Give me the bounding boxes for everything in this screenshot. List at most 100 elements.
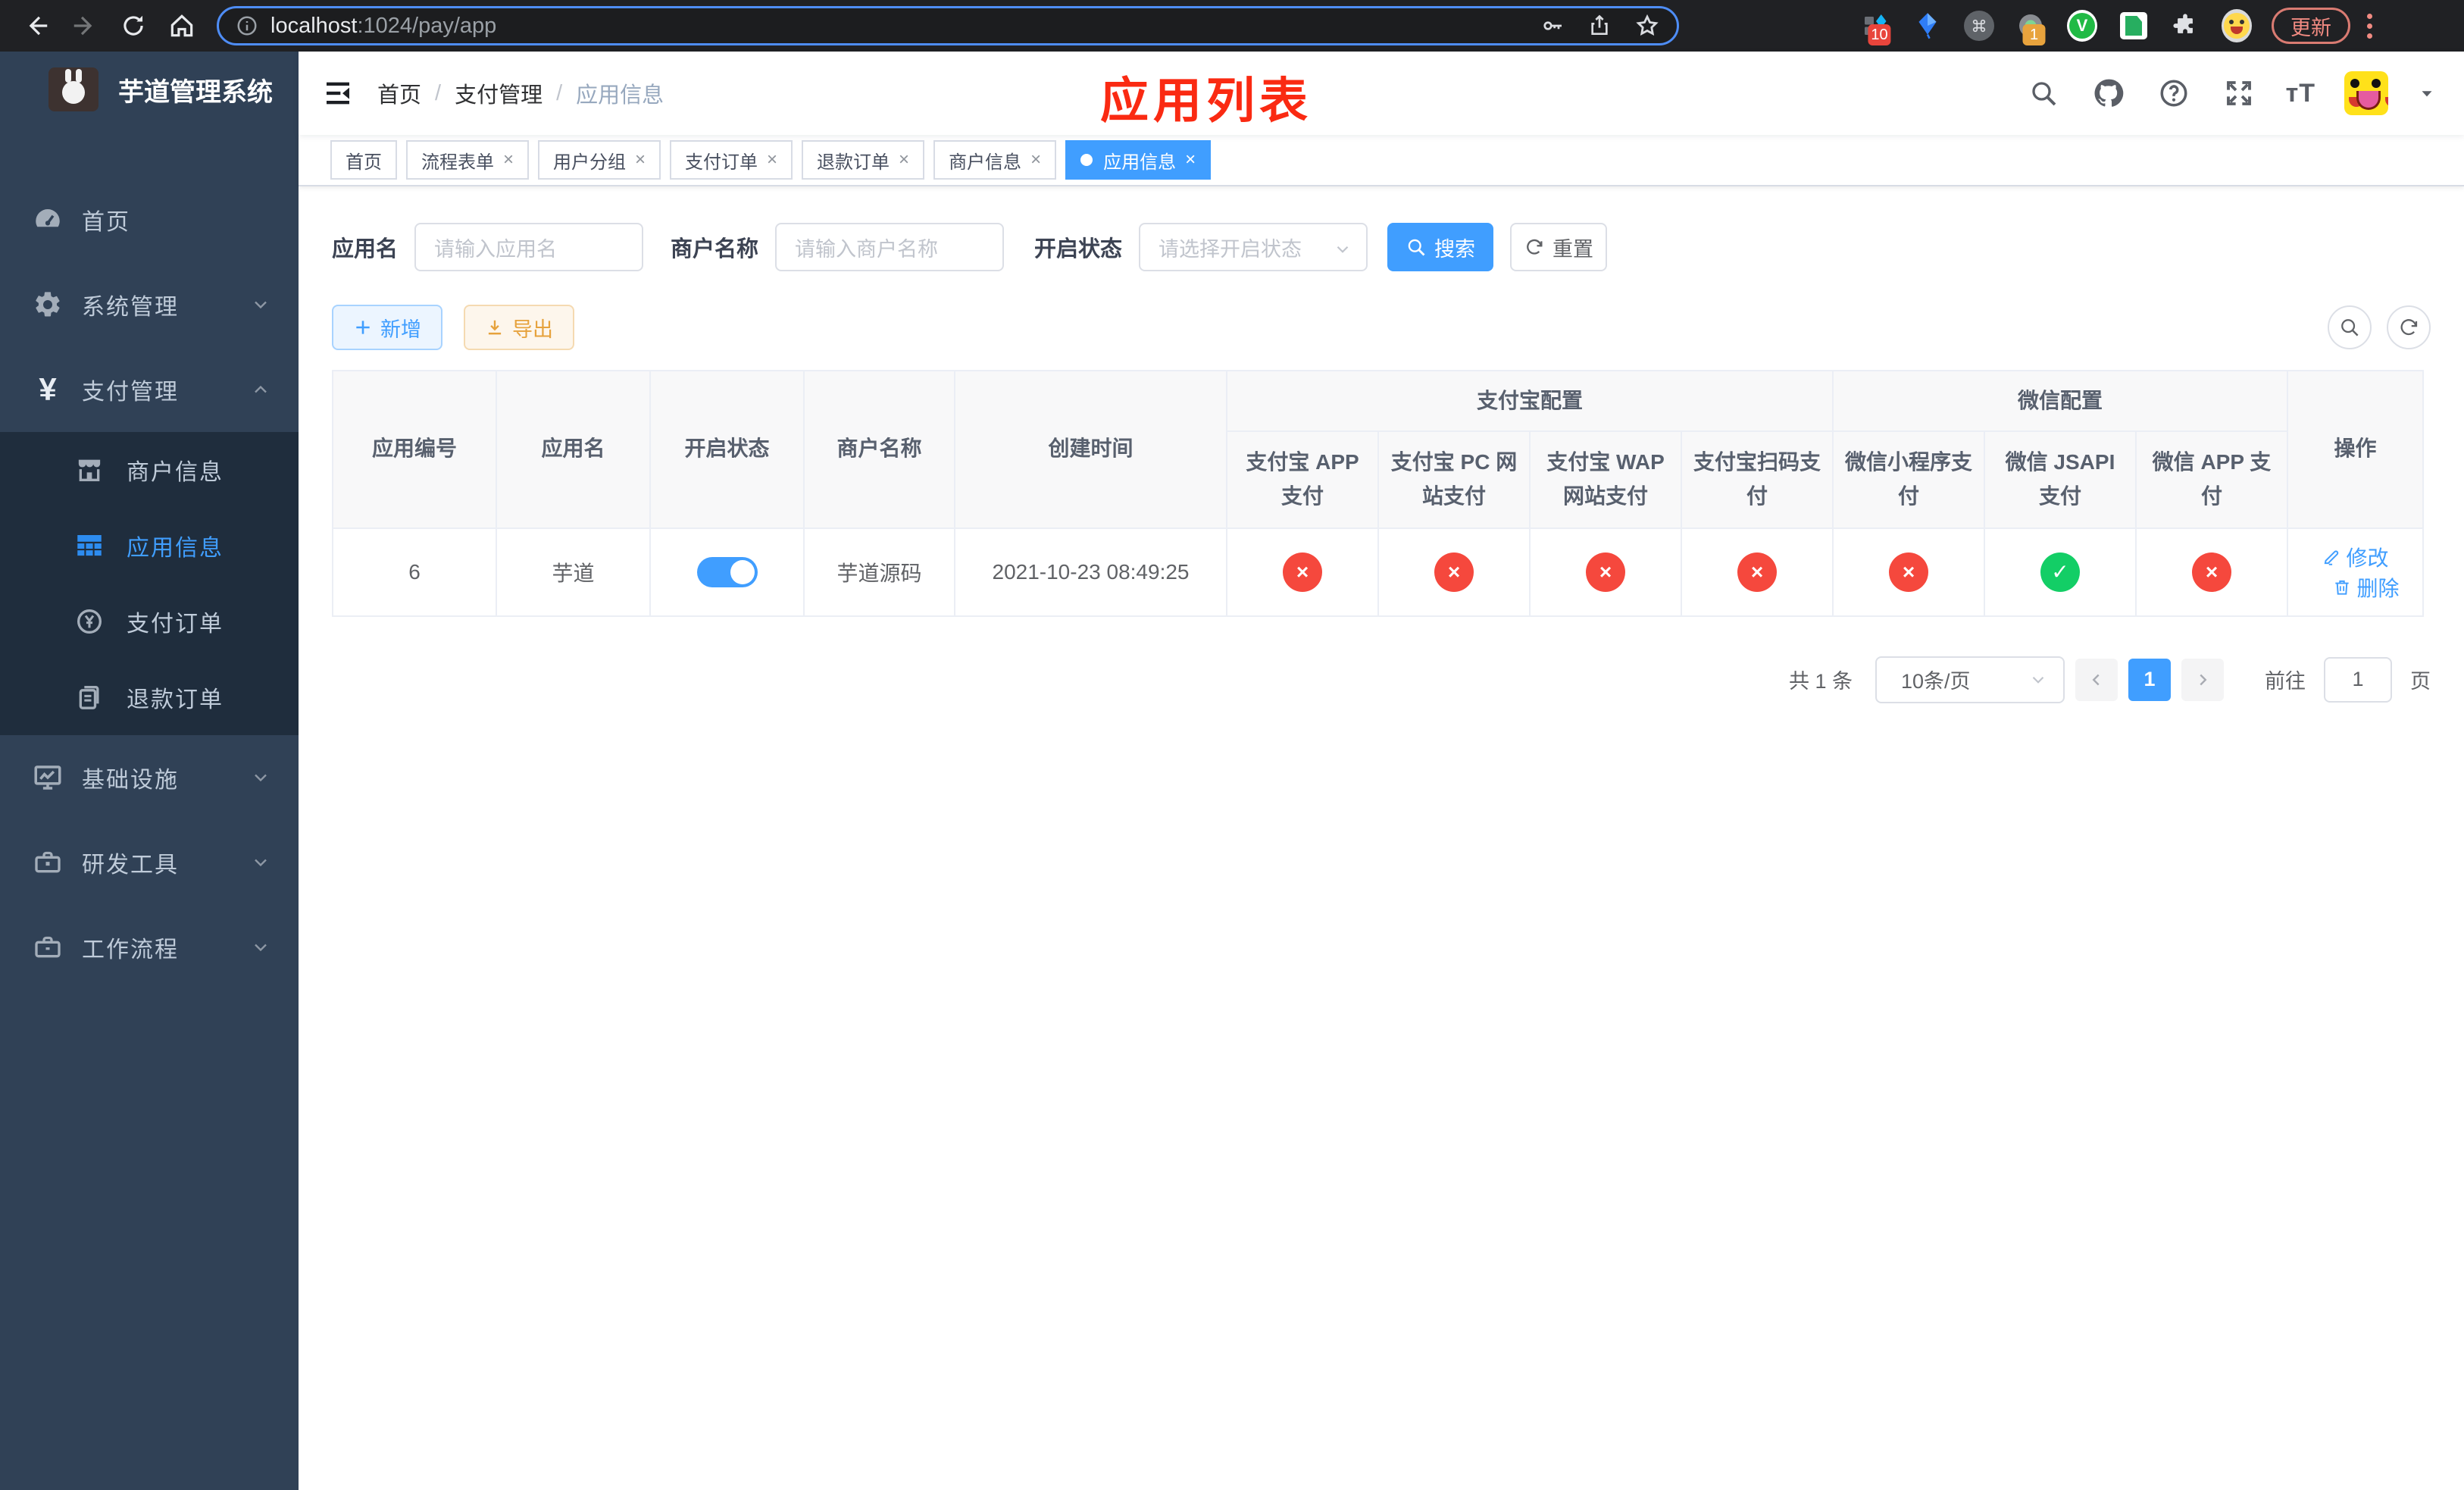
kite-extension-icon[interactable] [1912,9,1943,42]
sidebar-item-merchant-info[interactable]: 商户信息 [0,432,299,508]
status-toggle[interactable] [696,556,758,587]
help-icon[interactable] [2156,75,2192,111]
close-icon[interactable]: × [1185,149,1196,171]
breadcrumb-payment[interactable]: 支付管理 [455,77,543,109]
gear-icon [30,290,65,320]
reset-button[interactable]: 重置 [1510,223,1608,271]
header-search-icon[interactable] [2025,75,2062,111]
close-icon[interactable]: × [899,149,909,171]
add-button[interactable]: 新增 [332,305,442,350]
search-button[interactable]: 搜索 [1387,223,1494,271]
github-icon[interactable] [2090,75,2127,111]
next-page-button[interactable] [2181,658,2224,701]
emoji-profile-icon[interactable] [2222,9,2252,42]
page-size-select[interactable]: 10条/页 [1875,656,2065,703]
sidebar-collapse-button[interactable] [299,52,377,135]
cell-app-id: 6 [332,527,497,617]
download-icon [488,320,502,335]
cell-merchant: 芋道源码 [803,527,955,617]
sidebar-item-infrastructure[interactable]: 基础设施 [0,735,299,820]
refresh-table-button[interactable] [2387,305,2431,349]
export-button[interactable]: 导出 [464,305,574,350]
navbar: 首页 / 支付管理 / 应用信息 应用列表 ᴛT [299,52,2464,135]
share-icon[interactable] [1587,14,1612,38]
sidebar-item-refund-orders[interactable]: 退款订单 [0,659,299,735]
hamburger-icon [327,82,349,105]
browser-reload-button[interactable] [109,5,158,47]
chrome-update-button[interactable]: 更新 [2272,8,2350,44]
sidebar-item-payment[interactable]: ¥ 支付管理 [0,347,299,432]
vue-devtools-extension-icon[interactable]: V [2067,9,2097,42]
alipay-app-status [1283,552,1322,592]
wx-app-status [2192,552,2231,592]
col-actions: 操作 [2287,370,2424,529]
goto-page-input[interactable] [2324,656,2392,703]
chevron-down-icon [250,767,271,788]
browser-back-button[interactable] [12,5,61,47]
breadcrumb-home[interactable]: 首页 [377,77,421,109]
font-size-icon[interactable]: ᴛT [2286,79,2315,108]
tab-user-group[interactable]: 用户分组 × [538,140,661,180]
edit-link[interactable]: 修改 [2322,542,2389,572]
yen-icon: ¥ [39,371,57,407]
puzzle-extensions-icon[interactable] [2170,9,2200,42]
browser-home-button[interactable] [158,5,206,47]
tab-app-info[interactable]: 应用信息 × [1065,140,1212,180]
col-alipay-app: 支付宝 APP 支付 [1226,430,1379,529]
goto-label: 前往 [2265,670,2306,693]
tab-pay-orders[interactable]: 支付订单 × [670,140,793,180]
edit-pencil-icon [2325,550,2339,565]
app-table: 应用编号 应用名 开启状态 商户名称 创建时间 支付宝配置 微信配置 操作 支付… [332,370,2424,617]
col-wx-app: 微信 APP 支付 [2135,430,2288,529]
app-logo[interactable]: 芋道管理系统 [0,52,299,127]
status-select[interactable]: 请选择开启状态 [1139,223,1368,271]
sidebar-item-workflow[interactable]: 工作流程 [0,905,299,990]
sidebar-item-dev-tools[interactable]: 研发工具 [0,820,299,905]
close-icon[interactable]: × [635,149,646,171]
blue-diamond-extension-icon[interactable]: 10 [1861,9,1891,45]
toolbox-icon [30,847,65,878]
col-wx-mini: 微信小程序支付 [1832,430,1985,529]
close-icon[interactable]: × [503,149,514,171]
sidebar-item-app-info[interactable]: 应用信息 [0,508,299,584]
url-bar[interactable]: localhost:1024/pay/app [217,6,1679,45]
alipay-wap-status [1586,552,1625,592]
tab-home[interactable]: 首页 [330,140,397,180]
password-key-icon[interactable] [1540,14,1565,38]
col-app-id: 应用编号 [332,370,497,529]
merchant-name-input[interactable]: 请输入商户名称 [775,223,1005,271]
recorder-extension-icon[interactable]: 1 [2015,9,2046,45]
tab-refund-orders[interactable]: 退款订单 × [802,140,925,180]
avatar-caret-icon[interactable] [2417,83,2437,103]
wx-jsapi-status [2040,552,2080,592]
store-icon [72,455,107,485]
wx-mini-status [1889,552,1928,592]
app-name-input[interactable]: 请输入应用名 [414,223,644,271]
toggle-search-button[interactable] [2328,305,2372,349]
tab-merchant-info[interactable]: 商户信息 × [933,140,1057,180]
tags-bar: 首页 流程表单 × 用户分组 × 支付订单 × 退款订单 × 商户信息 × 应用信息 × [299,135,2464,186]
site-info-icon[interactable] [236,14,258,37]
status-label: 开启状态 [1034,237,1123,261]
sidebar-item-home[interactable]: 首页 [0,177,299,262]
browser-forward-button[interactable] [61,5,109,47]
fullscreen-icon[interactable] [2221,75,2257,111]
sidebar-item-system[interactable]: 系统管理 [0,262,299,347]
browser-menu-icon[interactable] [2362,9,2377,43]
tab-process-form[interactable]: 流程表单 × [406,140,530,180]
col-alipay-wap: 支付宝 WAP 网站支付 [1529,430,1682,529]
close-icon[interactable]: × [767,149,777,171]
delete-link[interactable]: 删除 [2332,572,2400,603]
green-doc-extension-icon[interactable] [2118,9,2149,42]
sidebar-item-pay-orders[interactable]: 支付订单 [0,584,299,659]
payment-submenu: 商户信息 应用信息 支付订单 退款订单 [0,432,299,735]
prev-page-button[interactable] [2075,658,2118,701]
page-number-1[interactable]: 1 [2128,658,2171,701]
user-avatar[interactable] [2344,71,2388,115]
command-extension-icon[interactable] [1964,9,1994,42]
total-count: 共 1 条 [1788,670,1853,693]
close-icon[interactable]: × [1030,149,1041,171]
bookmark-star-icon[interactable] [1634,13,1660,39]
chevron-left-icon [2092,674,2100,685]
briefcase-icon [30,932,65,963]
